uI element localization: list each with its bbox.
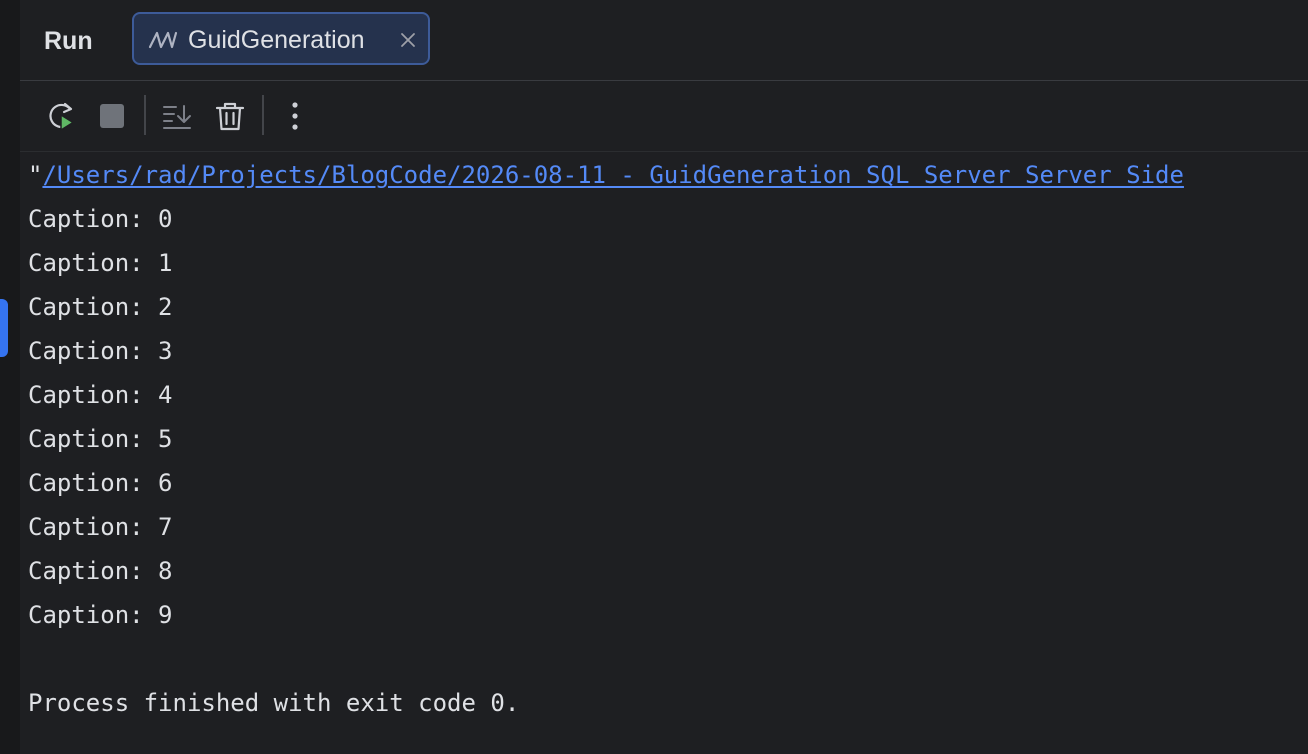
console-line: Caption: 9 bbox=[28, 601, 173, 629]
console-line: Caption: 5 bbox=[28, 425, 173, 453]
tool-window-title: Run bbox=[44, 27, 93, 55]
console-line: Caption: 8 bbox=[28, 557, 173, 585]
console-line: Caption: 3 bbox=[28, 337, 173, 365]
console-line: Caption: 1 bbox=[28, 249, 173, 277]
more-options-icon[interactable] bbox=[278, 99, 312, 133]
close-icon[interactable] bbox=[399, 31, 417, 49]
tool-window-header: Run GuidGeneration bbox=[20, 0, 1308, 81]
console-line: Caption: 6 bbox=[28, 469, 173, 497]
clear-console-icon[interactable] bbox=[213, 99, 247, 133]
left-gutter bbox=[0, 0, 20, 754]
exit-message: Process finished with exit code 0. bbox=[28, 689, 520, 717]
tab-guidgeneration[interactable]: GuidGeneration bbox=[132, 12, 430, 65]
rerun-icon[interactable] bbox=[44, 99, 78, 133]
console-line: Caption: 2 bbox=[28, 293, 173, 321]
tab-label: GuidGeneration bbox=[188, 26, 365, 54]
scroll-to-end-icon[interactable] bbox=[160, 99, 194, 133]
gutter-marker[interactable] bbox=[0, 299, 8, 357]
toolbar-separator bbox=[262, 95, 264, 135]
console-line: Caption: 4 bbox=[28, 381, 173, 409]
dotnet-run-config-icon bbox=[148, 31, 178, 49]
command-quote: " bbox=[28, 161, 43, 189]
console-line: Caption: 7 bbox=[28, 513, 173, 541]
toolbar-separator bbox=[144, 95, 146, 135]
console-line: Caption: 0 bbox=[28, 205, 173, 233]
stop-icon[interactable] bbox=[95, 99, 129, 133]
command-line: "/Users/rad/Projects/BlogCode/2026-08-11… bbox=[28, 160, 1184, 190]
run-tool-window: Run GuidGeneration "/Users/rad/Projects/… bbox=[20, 0, 1308, 754]
command-path-link[interactable]: /Users/rad/Projects/BlogCode/2026-08-11 … bbox=[42, 161, 1184, 189]
console-toolbar bbox=[20, 81, 1308, 152]
console-output[interactable]: "/Users/rad/Projects/BlogCode/2026-08-11… bbox=[20, 152, 1308, 754]
